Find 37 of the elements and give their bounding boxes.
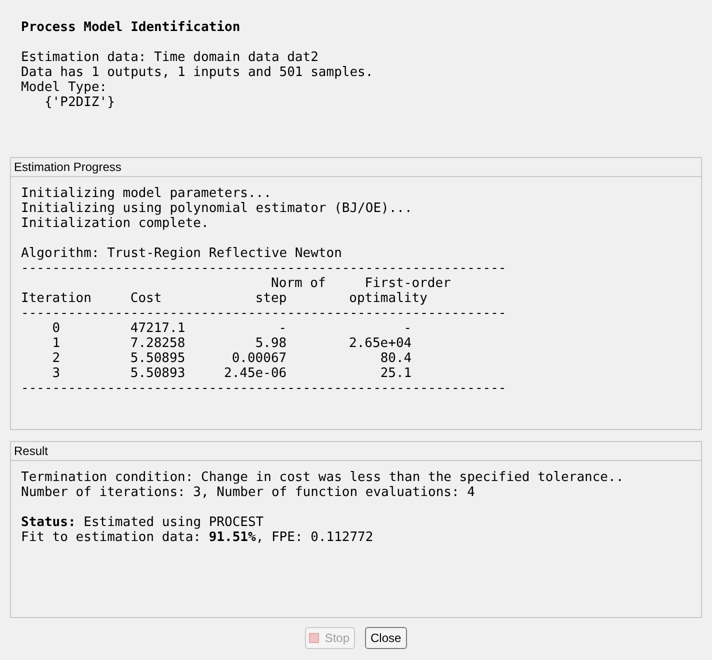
log-line: Initializing using polynomial estimator (BJ/OE)...: [21, 201, 414, 216]
log-line: Model Type:: [21, 80, 108, 95]
column-header: First-order: [364, 276, 451, 291]
log-line: Termination condition: Change in cost was less than the specified tolerance..: [21, 470, 625, 485]
dialog-title: Process Model Identification: [21, 20, 242, 35]
table-cell-text: 0: [51, 321, 62, 336]
table-cell-text: 2: [51, 351, 62, 366]
log-line: {'P2DIZ'}: [43, 95, 116, 110]
table-cell-text: 3: [51, 366, 62, 381]
log-line: Data has 1 outputs, 1 inputs and 501 samples.: [21, 65, 374, 80]
dashed-rule: --------------------------------------------------------------: [21, 261, 508, 276]
close-button[interactable]: Close: [364, 627, 408, 649]
panel-title: Estimation Progress: [14, 160, 122, 174]
column-header: Iteration: [21, 291, 92, 306]
dashed-rule: --------------------------------------------------------------: [21, 381, 508, 396]
log-line: Initialization complete.: [21, 216, 210, 231]
log-line: Estimation data: Time domain data dat2: [21, 50, 320, 65]
log-line: Number of iterations: 3, Number of function evaluations: 4: [21, 485, 476, 500]
table-cell-text: -: [402, 321, 412, 336]
stop-icon: [308, 633, 319, 643]
table-cell-text: 7.28258: [130, 336, 186, 351]
table-cell-text: 1: [51, 336, 62, 351]
log-line: Initializing model parameters...: [21, 186, 272, 201]
log-line: Status: Estimated using PROCEST: [21, 515, 265, 530]
column-header: Norm of: [271, 276, 326, 291]
table-cell-text: 25.1: [379, 366, 412, 381]
log-line: Fit to estimation data: 91.51%, FPE: 0.112772: [21, 530, 374, 545]
dashed-rule: --------------------------------------------------------------: [21, 306, 508, 321]
table-cell-text: 47217.1: [130, 321, 186, 336]
table-cell-text: 80.4: [379, 351, 412, 366]
table-cell-text: 5.50895: [130, 351, 186, 366]
column-header: Cost: [130, 291, 162, 306]
column-header: optimality: [349, 291, 428, 306]
panel-title: Result: [14, 444, 48, 458]
log-line: Algorithm: Trust-Region Reflective Newton: [21, 246, 343, 261]
column-header: step: [255, 291, 287, 306]
table-cell-text: 2.65e+04: [348, 336, 412, 351]
